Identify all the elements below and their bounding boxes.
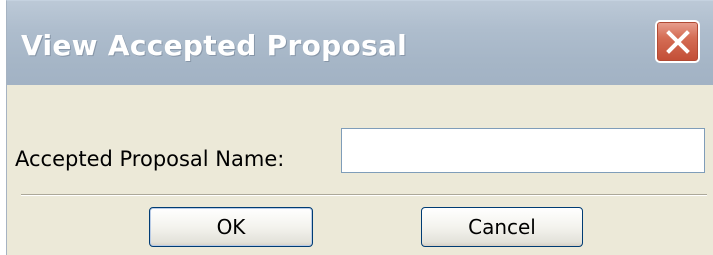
close-button[interactable] bbox=[655, 20, 700, 63]
dialog-title: View Accepted Proposal bbox=[21, 29, 408, 62]
separator bbox=[21, 194, 707, 196]
title-bar[interactable]: View Accepted Proposal bbox=[7, 1, 713, 85]
name-field-row: Accepted Proposal Name: bbox=[7, 113, 713, 183]
cancel-button[interactable]: Cancel bbox=[421, 207, 583, 247]
ok-button[interactable]: OK bbox=[149, 207, 313, 247]
dialog-window: View Accepted Proposal Accepted Proposal… bbox=[6, 0, 713, 255]
accepted-proposal-name-label: Accepted Proposal Name: bbox=[15, 147, 285, 171]
close-icon bbox=[666, 30, 690, 54]
accepted-proposal-name-input[interactable] bbox=[341, 128, 705, 173]
